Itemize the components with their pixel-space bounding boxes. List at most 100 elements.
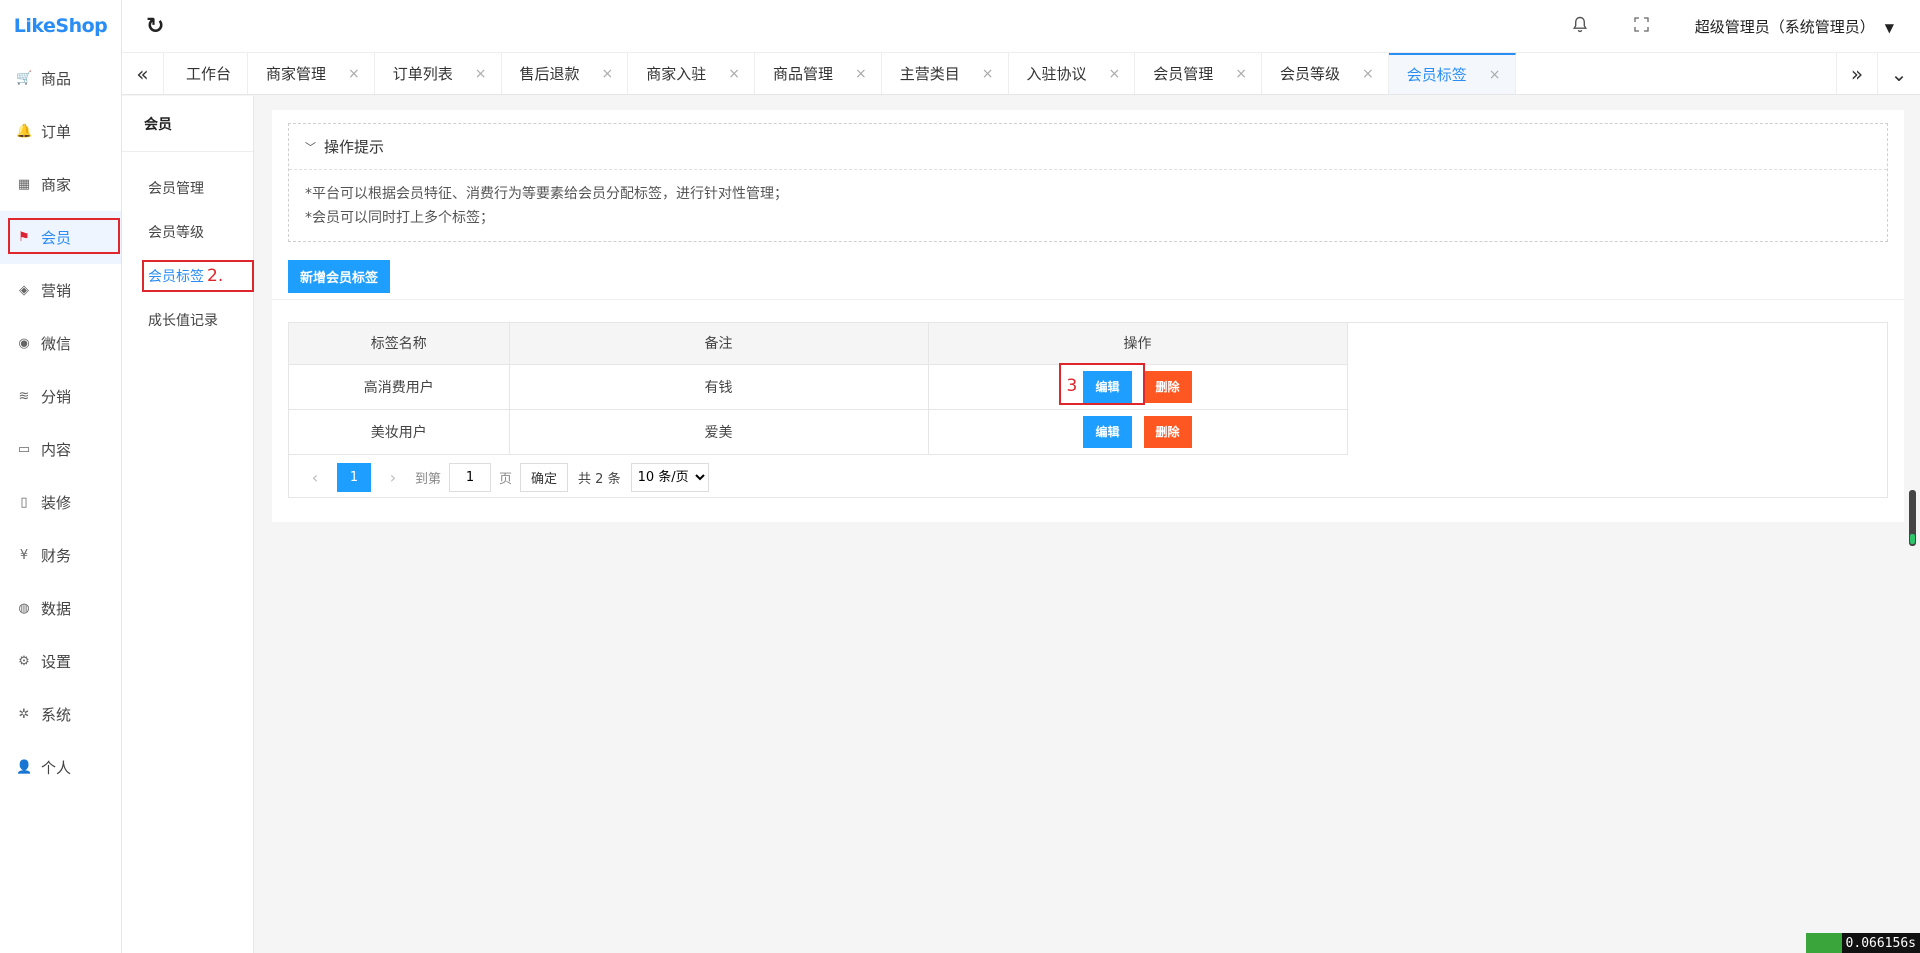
sidebar-item-members[interactable]: ⚑ 会员	[0, 211, 121, 264]
subnav-item-member-management[interactable]: 会员管理	[122, 166, 253, 210]
tab-member-management[interactable]: 会员管理 ×	[1135, 53, 1263, 94]
tips-panel: ﹀ 操作提示 *平台可以根据会员特征、消费行为等要素给会员分配标签，进行针对性管…	[288, 123, 1888, 242]
edit-button[interactable]: 编辑	[1083, 370, 1132, 403]
tab-label: 工作台	[186, 65, 232, 83]
close-icon[interactable]: ×	[1489, 67, 1501, 83]
sidebar-item-orders[interactable]: 🔔 订单	[0, 105, 121, 158]
tab-workbench[interactable]: 工作台	[164, 53, 249, 94]
tab-merchant-management[interactable]: 商家管理 ×	[248, 53, 375, 94]
close-icon[interactable]: ×	[1109, 66, 1121, 82]
sidebar-item-label: 商品	[41, 70, 72, 88]
goto-page-input[interactable]	[449, 462, 492, 492]
tab-merchant-onboarding[interactable]: 商家入驻 ×	[628, 53, 756, 94]
sidebar-item-data[interactable]: ◍ 数据	[0, 582, 121, 635]
sidebar-item-personal[interactable]: 👤 个人	[0, 741, 121, 794]
subnav-item-label: 会员标签	[148, 269, 204, 285]
sidebar-item-distribution[interactable]: ≋ 分销	[0, 370, 121, 423]
tab-list: 工作台 商家管理 × 订单列表 × 售后退款 × 商家入驻 × 商品管理 × 主营类目 × …	[164, 53, 1836, 94]
user-menu[interactable]: 超级管理员（系统管理员） ▼	[1695, 16, 1894, 37]
table-row: 美妆用户 爱美 编辑 删除	[289, 409, 1348, 455]
tab-onboarding-agreement[interactable]: 入驻协议 ×	[1009, 53, 1136, 94]
close-icon[interactable]: ×	[982, 66, 994, 82]
sidebar-item-label: 个人	[41, 759, 72, 777]
layers-icon: ≋	[18, 389, 30, 404]
close-icon[interactable]: ×	[475, 66, 487, 82]
close-icon[interactable]: ×	[1362, 66, 1374, 82]
prev-page-icon[interactable]: ‹	[301, 468, 329, 487]
tab-dropdown-icon[interactable]: ⌄	[1878, 53, 1920, 94]
table-header-row: 标签名称 备注 操作	[289, 323, 1348, 365]
tab-scroll-right-icon[interactable]: »	[1836, 53, 1878, 94]
tab-scroll-left-icon[interactable]: «	[122, 53, 164, 94]
user-name: 超级管理员（系统管理员）	[1694, 17, 1875, 36]
caret-down-icon: ▼	[1884, 20, 1894, 35]
close-icon[interactable]: ×	[855, 66, 867, 82]
bell-icon[interactable]	[1572, 16, 1588, 37]
close-icon[interactable]: ×	[728, 66, 740, 82]
step-annotation: 2.	[207, 266, 224, 286]
close-icon[interactable]: ×	[348, 66, 360, 82]
cart-icon: 🛒	[16, 71, 33, 86]
subnav-item-member-level[interactable]: 会员等级	[122, 210, 253, 254]
building-icon: ▦	[17, 177, 31, 192]
tip-line: *平台可以根据会员特征、消费行为等要素给会员分配标签，进行针对性管理；	[305, 186, 788, 202]
page-size-select[interactable]: 10 条/页	[630, 462, 709, 492]
sidebar-item-label: 系统	[41, 706, 72, 724]
next-page-icon[interactable]: ›	[379, 468, 407, 487]
tips-toggle[interactable]: ﹀ 操作提示	[289, 124, 1887, 170]
tab-bar: « 工作台 商家管理 × 订单列表 × 售后退款 × 商家入驻 × 商品管理 × 主营类目…	[122, 52, 1920, 95]
timer-value: 0.066156s	[1841, 933, 1920, 953]
refresh-icon[interactable]: ↻	[146, 14, 164, 39]
sidebar-item-goods[interactable]: 🛒 商品	[0, 52, 121, 105]
sidebar-item-finance[interactable]: ¥ 财务	[0, 529, 121, 582]
sidebar-item-label: 营销	[41, 282, 72, 300]
sidebar-item-wechat[interactable]: ◉ 微信	[0, 317, 121, 370]
tab-main-category[interactable]: 主营类目 ×	[882, 53, 1009, 94]
main-content: ﹀ 操作提示 *平台可以根据会员特征、消费行为等要素给会员分配标签，进行针对性管…	[272, 110, 1904, 522]
tab-member-level[interactable]: 会员等级 ×	[1262, 53, 1389, 94]
sidebar-item-settings[interactable]: ⚙ 设置	[0, 635, 121, 688]
cell-remark: 爱美	[509, 409, 929, 455]
subnav-item-member-tags[interactable]: 会员标签 2.	[122, 254, 253, 298]
subnav-title: 会员	[122, 96, 253, 152]
goto-confirm-button[interactable]: 确定	[520, 462, 569, 492]
bell-icon: 🔔	[16, 124, 33, 139]
wechat-icon: ◉	[18, 336, 30, 351]
close-icon[interactable]: ×	[1235, 66, 1247, 82]
scroll-indicator[interactable]	[1909, 490, 1916, 546]
table-row: 高消费用户 有钱 3 编辑 删除	[289, 362, 1348, 410]
logo: LikeShop	[13, 15, 108, 37]
sidebar-item-label: 商家	[41, 176, 72, 194]
tablet-icon: ▯	[20, 495, 28, 510]
sidebar-item-content[interactable]: ▭ 内容	[0, 423, 121, 476]
tab-order-list[interactable]: 订单列表 ×	[375, 53, 502, 94]
sidebar-item-merchants[interactable]: ▦ 商家	[0, 158, 121, 211]
main-nav: 🛒 商品 🔔 订单 ▦ 商家 ⚑ 会员 ◈ 营销 ◉ 微信 ≋ 分销 ▭ 内容 ▯ 装修 ¥ 财务 …	[0, 52, 121, 794]
tab-goods-management[interactable]: 商品管理 ×	[755, 53, 882, 94]
tab-label: 售后退款	[519, 65, 580, 83]
current-page[interactable]: 1	[337, 462, 371, 492]
close-icon[interactable]: ×	[602, 66, 614, 82]
cell-remark: 有钱	[509, 364, 929, 410]
tab-label: 会员管理	[1153, 65, 1214, 83]
sidebar-item-label: 内容	[41, 441, 72, 459]
sidebar-item-decoration[interactable]: ▯ 装修	[0, 476, 121, 529]
tab-after-sales[interactable]: 售后退款 ×	[502, 53, 629, 94]
sidebar-item-system[interactable]: ✲ 系统	[0, 688, 121, 741]
subnav-spacer	[122, 152, 253, 166]
sidebar-item-marketing[interactable]: ◈ 营销	[0, 264, 121, 317]
cell-actions: 3 编辑 删除	[928, 362, 1348, 410]
gear-icon: ⚙	[18, 654, 30, 669]
tips-body: *平台可以根据会员特征、消费行为等要素给会员分配标签，进行针对性管理； *会员可…	[289, 170, 1887, 230]
delete-button[interactable]: 删除	[1143, 415, 1192, 448]
edit-button[interactable]: 编辑	[1083, 415, 1132, 448]
add-member-tag-button[interactable]: 新增会员标签	[288, 260, 391, 293]
goto-label: 到第	[415, 471, 442, 487]
subnav-item-label: 成长值记录	[148, 313, 218, 329]
delete-button[interactable]: 删除	[1143, 370, 1192, 403]
book-icon: ▭	[17, 442, 31, 457]
tab-member-tags[interactable]: 会员标签 ×	[1388, 53, 1516, 94]
page-label: 页	[499, 471, 513, 487]
subnav-item-growth-records[interactable]: 成长值记录	[122, 298, 253, 342]
fullscreen-icon[interactable]	[1634, 16, 1649, 36]
